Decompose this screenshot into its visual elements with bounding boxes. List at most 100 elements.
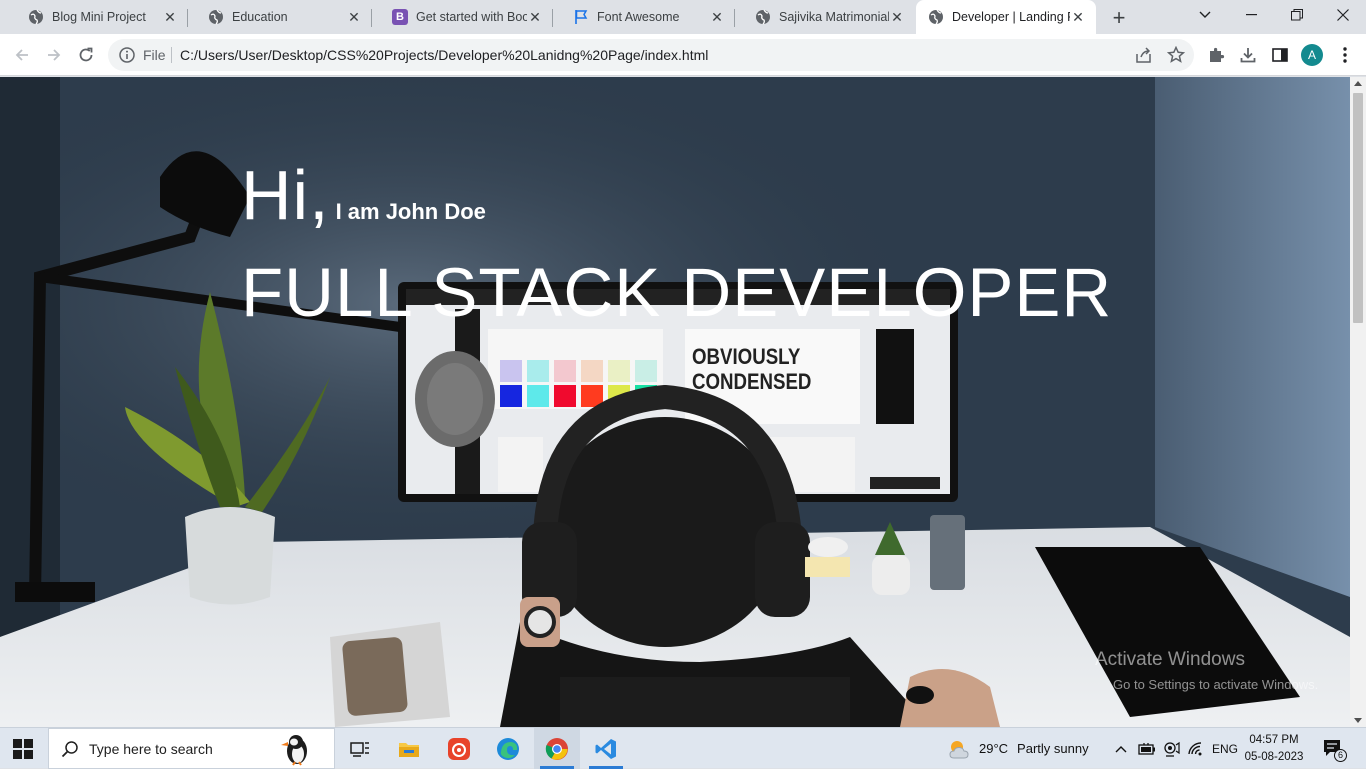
close-icon[interactable]: ✕ [709, 9, 725, 25]
scroll-up-arrow-icon[interactable] [1354, 81, 1362, 86]
tab-title: Developer | Landing Page [952, 10, 1070, 24]
tab-education[interactable]: Education ✕ [188, 0, 372, 34]
side-panel-button[interactable] [1269, 44, 1291, 66]
restore-icon [1291, 9, 1303, 21]
arrow-right-icon [48, 49, 61, 61]
new-tab-button[interactable]: + [1106, 5, 1132, 31]
notification-count-badge: 6 [1334, 749, 1347, 762]
page-scrollbar[interactable] [1350, 77, 1366, 727]
close-icon [1337, 9, 1349, 21]
browser-toolbar: File C:/Users/User/Desktop/CSS%20Project… [0, 34, 1366, 76]
hero-section: OBVIOUSLY CONDENSED Hi, I am John Doe FU… [0, 77, 1350, 727]
greeting-line: Hi, I am John Doe [241, 155, 486, 235]
profile-avatar[interactable]: A [1301, 44, 1323, 66]
edge-browser-button[interactable] [485, 728, 531, 769]
edge-icon [497, 737, 519, 760]
scheme-label: File [143, 47, 166, 63]
close-icon[interactable]: ✕ [527, 9, 543, 25]
developer-name: I am John Doe [335, 199, 486, 224]
wifi-icon [1188, 741, 1202, 755]
system-clock[interactable]: 04:57 PM 05-08-2023 [1240, 732, 1308, 766]
globe-icon [928, 9, 944, 25]
info-icon[interactable] [118, 46, 136, 64]
clock-date: 05-08-2023 [1244, 751, 1304, 763]
tab-strip: Blog Mini Project ✕ Education ✕ B Get st… [0, 0, 1366, 34]
close-icon[interactable]: ✕ [346, 9, 362, 25]
tab-developer-landing-page[interactable]: Developer | Landing Page ✕ [916, 0, 1096, 34]
file-explorer-button[interactable] [386, 728, 432, 769]
back-button[interactable] [8, 41, 36, 69]
tab-search-button[interactable] [1182, 0, 1228, 30]
network-button[interactable] [1187, 728, 1205, 769]
weather-temperature: 29°C [979, 741, 1009, 756]
bootstrap-icon: B [392, 9, 408, 25]
kebab-menu-icon [1343, 47, 1347, 63]
browser-menu-button[interactable] [1334, 44, 1356, 66]
windows-start-icon[interactable] [13, 739, 33, 759]
address-bar[interactable]: File C:/Users/User/Desktop/CSS%20Project… [108, 39, 1194, 71]
downloads-button[interactable] [1237, 44, 1259, 66]
svg-text:CONDENSED: CONDENSED [692, 371, 811, 395]
url-text[interactable]: C:/Users/User/Desktop/CSS%20Projects/Dev… [180, 47, 708, 63]
side-panel-icon [1272, 48, 1288, 62]
show-hidden-icons-button[interactable] [1115, 728, 1127, 769]
puffin-search-highlight-icon [281, 735, 307, 766]
greeting-hi: Hi, [241, 156, 330, 234]
forward-button[interactable] [40, 41, 68, 69]
tab-bootstrap[interactable]: B Get started with Bootstrap ✕ [372, 0, 553, 34]
minimize-button[interactable] [1228, 0, 1274, 30]
notifications-button[interactable]: 6 [1322, 728, 1347, 769]
scrollbar-thumb[interactable] [1353, 93, 1363, 323]
meet-now-button[interactable] [1162, 728, 1180, 769]
webcam-icon [1164, 741, 1180, 757]
battery-plug-icon [1138, 742, 1155, 755]
tab-font-awesome[interactable]: Font Awesome ✕ [553, 0, 735, 34]
close-icon[interactable]: ✕ [889, 9, 905, 25]
activate-windows-watermark: Activate Windows Go to Settings to activ… [1095, 649, 1318, 692]
share-icon[interactable] [1135, 47, 1152, 64]
developer-role-heading: FULL STACK DEVELOPER [241, 254, 1113, 331]
reload-button[interactable] [72, 41, 100, 69]
globe-icon [208, 9, 224, 25]
download-icon [1240, 48, 1256, 63]
scroll-down-arrow-icon[interactable] [1354, 718, 1362, 723]
tab-blog-mini-project[interactable]: Blog Mini Project ✕ [8, 0, 188, 34]
puzzle-icon [1210, 47, 1225, 62]
chrome-icon [545, 737, 568, 760]
tab-title: Sajivika Matrimonial Website [779, 10, 889, 24]
close-icon[interactable]: ✕ [1070, 9, 1086, 25]
close-window-button[interactable] [1320, 0, 1366, 30]
page-viewport: OBVIOUSLY CONDENSED Hi, I am John Doe FU… [0, 77, 1350, 727]
extensions-button[interactable] [1205, 44, 1227, 66]
battery-button[interactable] [1138, 728, 1156, 769]
chrome-taskbar-button[interactable] [534, 728, 580, 769]
taskbar-search-box[interactable]: Type here to search [48, 728, 335, 769]
task-view-button[interactable] [337, 728, 383, 769]
restore-button[interactable] [1274, 0, 1320, 30]
watermark-subtitle: Go to Settings to activate Windows. [1113, 677, 1319, 692]
globe-icon [28, 9, 44, 25]
search-icon [61, 741, 78, 758]
tab-title: Get started with Bootstrap [416, 10, 527, 24]
chevron-down-icon [1199, 11, 1211, 18]
bookmark-star-icon[interactable] [1167, 46, 1185, 64]
chevron-up-icon [1115, 745, 1127, 752]
tab-title: Education [232, 10, 288, 24]
svg-text:OBVIOUSLY: OBVIOUSLY [692, 346, 801, 370]
folder-icon [399, 742, 419, 757]
windows-taskbar: Type here to search 29°C Partly sunny EN… [0, 727, 1366, 769]
minimize-icon [1245, 14, 1257, 16]
globe-icon [755, 9, 771, 25]
red-app-icon [448, 737, 470, 760]
tab-title: Blog Mini Project [52, 10, 146, 24]
vscode-icon [595, 738, 616, 759]
vscode-taskbar-button[interactable] [583, 728, 629, 769]
app-button-red[interactable] [436, 728, 482, 769]
hero-background-photo: OBVIOUSLY CONDENSED [0, 77, 1350, 727]
weather-description: Partly sunny [1017, 741, 1089, 756]
tab-sajivika[interactable]: Sajivika Matrimonial Website ✕ [735, 0, 915, 34]
weather-widget[interactable]: 29°C Partly sunny [947, 728, 1089, 769]
clock-time: 04:57 PM [1249, 734, 1299, 746]
close-icon[interactable]: ✕ [162, 9, 178, 25]
input-language[interactable]: ENG [1212, 728, 1238, 769]
